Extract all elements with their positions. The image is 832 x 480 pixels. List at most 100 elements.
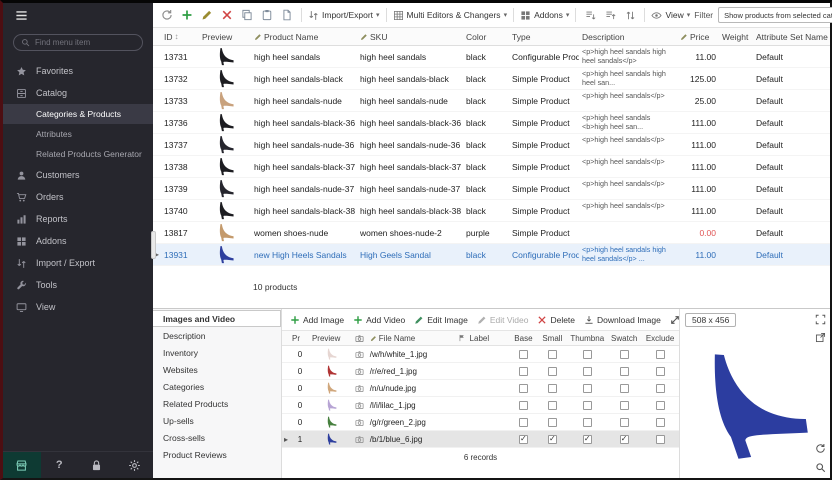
sidebar-item-attributes[interactable]: Attributes [3, 124, 153, 144]
product-row[interactable]: 13740high heel sandals-black-38high heel… [153, 200, 830, 222]
delete-button[interactable] [219, 7, 235, 23]
column-header-preview[interactable]: Preview [310, 331, 352, 345]
menu-toggle-button[interactable] [3, 3, 43, 29]
column-header-file-name[interactable]: File Name [368, 331, 456, 345]
help-button[interactable]: ? [41, 452, 79, 478]
checkbox[interactable] [519, 384, 528, 393]
sidebar-item-orders[interactable]: Orders [3, 186, 153, 208]
media-row[interactable]: ▸1/b/1/blue_6.jpg [282, 431, 679, 448]
media-row[interactable]: 0/l/i/lilac_1.jpg [282, 397, 679, 414]
sidebar-item-related-products-generator[interactable]: Related Products Generator [3, 144, 153, 164]
checkbox[interactable] [583, 418, 592, 427]
tab-description[interactable]: Description [153, 327, 281, 344]
checkbox[interactable] [583, 401, 592, 410]
column-header-color[interactable]: Color [463, 28, 509, 45]
sort-list-button[interactable] [622, 7, 638, 23]
media-row[interactable]: 0/g/r/green_2.jpg [282, 414, 679, 431]
column-header-weight[interactable]: Weight [719, 28, 753, 45]
product-row[interactable]: 13731high heel sandalshigh heel sandalsb… [153, 46, 830, 68]
sidebar-item-import-export[interactable]: Import / Export [3, 252, 153, 274]
add-button[interactable] [179, 7, 195, 23]
checkbox[interactable] [656, 367, 665, 376]
toolbar-dropdown-import-export[interactable]: Import/Export▾ [308, 10, 380, 21]
delete-button[interactable]: Delete [537, 315, 575, 325]
add-video-button[interactable]: Add Video [353, 315, 405, 325]
column-header-id[interactable]: ID↕ [161, 28, 199, 45]
zoom-icon[interactable] [815, 462, 826, 473]
column-header-small[interactable]: Small [537, 331, 567, 345]
checkbox[interactable] [620, 418, 629, 427]
checkbox[interactable] [519, 367, 528, 376]
checkbox[interactable] [548, 384, 557, 393]
toolbar-dropdown-multi-editors-changers[interactable]: Multi Editors & Changers▾ [393, 10, 508, 21]
checkbox[interactable] [519, 401, 528, 410]
checkbox[interactable] [620, 401, 629, 410]
tab-websites[interactable]: Websites [153, 361, 281, 378]
column-header-product-name[interactable]: Product Name [251, 28, 357, 45]
toolbar-dropdown-view[interactable]: View▾ [651, 10, 690, 21]
media-row[interactable]: 0/n/u/nude.jpg [282, 380, 679, 397]
fullscreen-icon[interactable] [815, 314, 826, 325]
column-header-pr[interactable]: Pr [290, 331, 310, 345]
category-filter-select[interactable]: Show products from selected categories▾ [718, 7, 832, 23]
product-row[interactable]: 13736high heel sandals-black-36high heel… [153, 112, 830, 134]
add-image-button[interactable]: Add Image [290, 315, 344, 325]
checkbox[interactable] [656, 418, 665, 427]
column-header-description[interactable]: Description [579, 28, 677, 45]
checkbox[interactable] [620, 350, 629, 359]
checkbox[interactable] [519, 435, 528, 444]
column-header-exclude[interactable]: Exclude [641, 331, 679, 345]
column-header-thumbna[interactable]: Thumbna [567, 331, 607, 345]
product-row[interactable]: 13732high heel sandals-blackhigh heel sa… [153, 68, 830, 90]
product-row[interactable]: 13733high heel sandals-nudehigh heel san… [153, 90, 830, 112]
download-image-button[interactable]: Download Image [584, 315, 661, 325]
sidebar-item-addons[interactable]: Addons [3, 230, 153, 252]
media-row[interactable]: 0/w/h/white_1.jpg [282, 346, 679, 363]
sidebar-item-catalog[interactable]: Catalog [3, 82, 153, 104]
tab-categories[interactable]: Categories [153, 378, 281, 395]
checkbox[interactable] [519, 418, 528, 427]
store-button[interactable] [3, 452, 41, 478]
sidebar-item-customers[interactable]: Customers [3, 164, 153, 186]
product-row[interactable]: ▸13931new High Heels SandalsHigh Geels S… [153, 244, 830, 266]
column-header-attribute-set-name[interactable]: Attribute Set Name [753, 28, 829, 45]
edit-video-button[interactable]: Edit Video [477, 315, 529, 325]
tab-product-reviews[interactable]: Product Reviews [153, 446, 281, 463]
rotate-icon[interactable] [815, 443, 826, 454]
paste-button[interactable] [259, 7, 275, 23]
column-header-label[interactable]: Label [468, 331, 510, 345]
checkbox[interactable] [620, 435, 629, 444]
lock-button[interactable] [78, 452, 116, 478]
checkbox[interactable] [656, 435, 665, 444]
tab-images-and-video[interactable]: Images and Video [153, 310, 281, 327]
tab-up-sells[interactable]: Up-sells [153, 412, 281, 429]
column-header-type[interactable]: Type [509, 28, 579, 45]
column-header-price[interactable]: Price [677, 28, 719, 45]
checkbox[interactable] [548, 350, 557, 359]
checkbox[interactable] [583, 350, 592, 359]
sidebar-item-tools[interactable]: Tools [3, 274, 153, 296]
checkbox[interactable] [656, 401, 665, 410]
toolbar-dropdown-addons[interactable]: Addons▾ [520, 10, 569, 21]
refresh-button[interactable] [159, 7, 175, 23]
checkbox[interactable] [548, 418, 557, 427]
checkbox[interactable] [583, 384, 592, 393]
open-new-icon[interactable] [815, 332, 826, 343]
column-header-preview[interactable]: Preview [199, 28, 251, 45]
tab-cross-sells[interactable]: Cross-sells [153, 429, 281, 446]
document-button[interactable] [279, 7, 295, 23]
settings-button[interactable] [116, 452, 154, 478]
checkbox[interactable] [620, 384, 629, 393]
splitter-handle[interactable] [151, 231, 156, 259]
checkbox[interactable] [583, 435, 592, 444]
checkbox[interactable] [548, 435, 557, 444]
product-row[interactable]: 13738high heel sandals-black-37high heel… [153, 156, 830, 178]
search-input[interactable] [35, 38, 135, 47]
tab-related-products[interactable]: Related Products [153, 395, 281, 412]
edit-image-button[interactable]: Edit Image [414, 315, 468, 325]
product-row[interactable]: 13739high heel sandals-nude-37high heel … [153, 178, 830, 200]
media-row[interactable]: 0/r/e/red_1.jpg [282, 363, 679, 380]
checkbox[interactable] [548, 367, 557, 376]
checkbox[interactable] [656, 384, 665, 393]
checkbox[interactable] [519, 350, 528, 359]
